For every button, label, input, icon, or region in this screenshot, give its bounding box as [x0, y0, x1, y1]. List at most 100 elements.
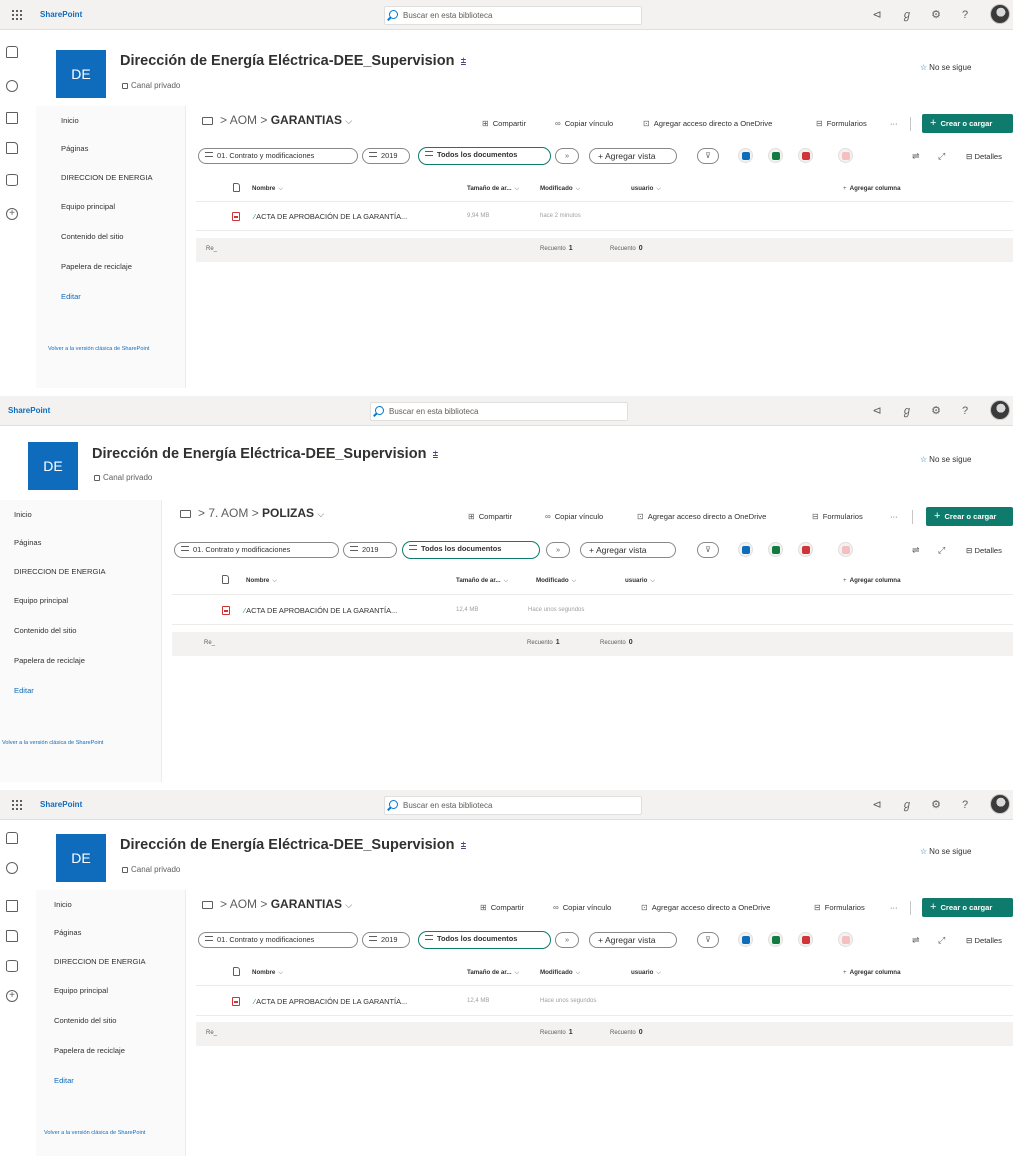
excel-icon[interactable]: [768, 148, 783, 163]
view-pill-todos[interactable]: Todos los documentos: [418, 931, 551, 949]
view-options-icon[interactable]: ⇌: [912, 545, 920, 556]
breadcrumb-current[interactable]: GARANTIAS: [271, 113, 342, 127]
view-options-icon[interactable]: ⇌: [912, 151, 920, 162]
copy-link-command[interactable]: ∞ Copiar vínculo: [555, 119, 613, 128]
view-pill-contrato[interactable]: 01. Contrato y modificaciones: [174, 542, 339, 558]
pdf-app-icon[interactable]: [838, 542, 853, 557]
shortcut-command[interactable]: ⊡ Agregar acceso directo a OneDrive: [637, 512, 766, 521]
details-button[interactable]: ⊟ Detalles: [966, 152, 1002, 161]
breadcrumb-current[interactable]: GARANTIAS: [271, 897, 342, 911]
add-column-button[interactable]: + Agregar columna: [843, 577, 901, 584]
add-view-button[interactable]: + Agregar vista: [589, 148, 677, 164]
column-header-name[interactable]: Nombre ⌵: [252, 969, 283, 977]
view-pill-contrato[interactable]: 01. Contrato y modificaciones: [198, 932, 358, 948]
column-header-size[interactable]: Tamaño de ar... ⌵: [467, 969, 519, 977]
file-name-cell[interactable]: ⁄ACTA DE APROBACIÓN DE LA GARANTÍA...: [244, 606, 397, 615]
column-header-modified[interactable]: Modificado ⌵: [540, 969, 580, 977]
gear-icon[interactable]: ⚙: [929, 404, 943, 418]
news-icon[interactable]: [6, 112, 18, 124]
nav-item-inicio[interactable]: Inicio: [54, 900, 72, 909]
add-column-button[interactable]: + Agregar columna: [843, 969, 901, 976]
column-header-modified[interactable]: Modificado ⌵: [536, 577, 576, 585]
details-button[interactable]: ⊟ Detalles: [966, 546, 1002, 555]
app-launcher-icon[interactable]: [12, 10, 22, 20]
search-input[interactable]: Buscar en esta biblioteca: [384, 796, 642, 815]
brand-label[interactable]: SharePoint: [40, 10, 82, 19]
nav-item-direccion[interactable]: DIRECCION DE ENERGIA: [61, 173, 153, 182]
nav-item-equipo[interactable]: Equipo principal: [54, 986, 108, 995]
create-upload-button[interactable]: + Crear o cargar: [926, 507, 1013, 526]
column-header-modified[interactable]: Modificado ⌵: [540, 185, 580, 193]
nav-item-contenido[interactable]: Contenido del sitio: [14, 626, 76, 635]
nav-item-paginas[interactable]: Páginas: [61, 144, 88, 153]
nav-item-paginas[interactable]: Páginas: [54, 928, 81, 937]
column-header-user[interactable]: usuario ⌵: [631, 185, 661, 193]
forms-command[interactable]: ⊟ Formularios: [816, 119, 867, 128]
file-name-cell[interactable]: ⁄ACTA DE APROBACIÓN DE LA GARANTÍA...: [254, 997, 407, 1006]
outlook-icon[interactable]: [738, 932, 753, 947]
expand-icon[interactable]: ⤢: [938, 935, 945, 946]
gear-icon[interactable]: ⚙: [929, 8, 943, 22]
help-icon[interactable]: ?: [958, 8, 972, 22]
breadcrumb-current[interactable]: POLIZAS: [262, 506, 314, 520]
more-command[interactable]: ···: [890, 119, 898, 128]
brand-label[interactable]: SharePoint: [8, 406, 50, 415]
outlook-icon[interactable]: [738, 148, 753, 163]
nav-edit-link[interactable]: Editar: [61, 292, 81, 301]
avatar[interactable]: [990, 794, 1010, 814]
file-type-icon[interactable]: [233, 183, 240, 192]
column-header-size[interactable]: Tamaño de ar... ⌵: [456, 577, 508, 585]
avatar[interactable]: [990, 400, 1010, 420]
megaphone-icon[interactable]: ⊲: [870, 8, 884, 22]
chevron-down-icon[interactable]: ⌵: [345, 116, 352, 126]
copy-link-command[interactable]: ∞ Copiar vínculo: [553, 903, 611, 912]
classic-version-link[interactable]: Volver a la versión clásica de SharePoin…: [44, 1130, 174, 1137]
site-title[interactable]: Dirección de Energía Eléctrica-DEE_Super…: [120, 837, 466, 853]
create-upload-button[interactable]: + Crear o cargar: [922, 898, 1013, 917]
site-title[interactable]: Dirección de Energía Eléctrica-DEE_Super…: [92, 446, 438, 462]
forms-command[interactable]: ⊟ Formularios: [814, 903, 865, 912]
nav-item-inicio[interactable]: Inicio: [61, 116, 79, 125]
nav-item-equipo[interactable]: Equipo principal: [61, 202, 115, 211]
add-view-button[interactable]: + Agregar vista: [589, 932, 677, 948]
pdf-app-icon[interactable]: [838, 148, 853, 163]
globe-icon[interactable]: [6, 862, 18, 874]
view-pill-2019[interactable]: 2019: [343, 542, 397, 558]
create-upload-button[interactable]: + Crear o cargar: [922, 114, 1013, 133]
view-pill-2019[interactable]: 2019: [362, 932, 410, 948]
view-pill-todos[interactable]: Todos los documentos: [402, 541, 540, 559]
nav-item-contenido[interactable]: Contenido del sitio: [54, 1016, 116, 1025]
site-logo[interactable]: DE: [56, 50, 106, 98]
filter-button[interactable]: ⊽: [697, 932, 719, 948]
database-icon[interactable]: [6, 174, 18, 186]
nav-item-contenido[interactable]: Contenido del sitio: [61, 232, 123, 241]
follow-button[interactable]: ☆ No se sigue: [920, 63, 971, 72]
help-icon[interactable]: ?: [958, 404, 972, 418]
nav-item-paginas[interactable]: Páginas: [14, 538, 41, 547]
pdf-app-icon[interactable]: [838, 932, 853, 947]
breadcrumb-parent[interactable]: 7. AOM: [208, 506, 248, 520]
megaphone-icon[interactable]: ⊲: [870, 404, 884, 418]
column-header-user[interactable]: usuario ⌵: [631, 969, 661, 977]
acrobat-icon[interactable]: [798, 542, 813, 557]
database-icon[interactable]: [6, 960, 18, 972]
news-icon[interactable]: [6, 900, 18, 912]
add-icon[interactable]: +: [6, 208, 18, 220]
nav-item-direccion[interactable]: DIRECCION DE ENERGIA: [14, 567, 106, 576]
nav-edit-link[interactable]: Editar: [54, 1076, 74, 1085]
nav-item-inicio[interactable]: Inicio: [14, 510, 32, 519]
page-icon[interactable]: [6, 930, 18, 942]
nav-item-papelera[interactable]: Papelera de reciclaje: [54, 1046, 125, 1055]
filter-button[interactable]: ⊽: [697, 148, 719, 164]
search-input[interactable]: Buscar en esta biblioteca: [384, 6, 642, 25]
gear-icon[interactable]: ⚙: [929, 798, 943, 812]
acrobat-icon[interactable]: [798, 932, 813, 947]
site-logo[interactable]: DE: [28, 442, 78, 490]
forms-command[interactable]: ⊟ Formularios: [812, 512, 863, 521]
file-name-cell[interactable]: ⁄ACTA DE APROBACIÓN DE LA GARANTÍA...: [254, 212, 407, 221]
view-more-button[interactable]: »: [555, 932, 579, 948]
chevron-down-icon[interactable]: ⌵: [317, 509, 324, 519]
share-people-icon[interactable]: ℊ: [900, 798, 914, 812]
excel-icon[interactable]: [768, 932, 783, 947]
file-type-icon[interactable]: [233, 967, 240, 976]
